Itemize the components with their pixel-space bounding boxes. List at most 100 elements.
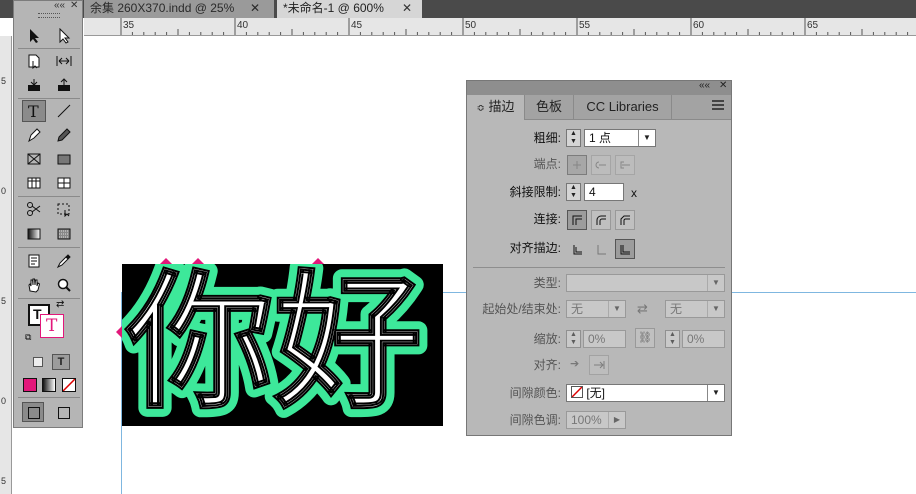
- stroked-text: 你好 你好: [122, 264, 431, 426]
- panel-grip[interactable]: [38, 13, 60, 18]
- vertical-ruler[interactable]: 5 0 5 0 5: [0, 36, 12, 494]
- content-collector-tool[interactable]: [22, 74, 46, 96]
- apply-none-icon[interactable]: [62, 378, 76, 392]
- swap-ends-icon[interactable]: ⇄: [637, 301, 648, 317]
- align-center-button[interactable]: [567, 239, 587, 259]
- chevron-down-icon[interactable]: ▼: [707, 385, 724, 401]
- zoom-tool[interactable]: [52, 274, 76, 296]
- miter-field[interactable]: 4: [584, 183, 624, 201]
- rectangle-tool-icon: [57, 154, 71, 165]
- container-mode-icon[interactable]: [33, 357, 43, 367]
- eyedropper-tool[interactable]: [52, 250, 76, 272]
- miter-join-button[interactable]: [567, 210, 587, 230]
- collapse-icon[interactable]: ««: [699, 80, 710, 91]
- align-stroke-label: 对齐描边:: [509, 241, 561, 255]
- gradient-feather-tool[interactable]: [52, 223, 76, 245]
- end-select[interactable]: 无 ▼: [665, 300, 725, 318]
- square-cap-icon: [620, 161, 630, 169]
- chevron-down-icon[interactable]: ▼: [638, 130, 655, 146]
- align-inside-icon: [597, 245, 606, 255]
- anchor-marker: [160, 258, 172, 264]
- document-tab-1[interactable]: 余集 260X370.indd @ 25% ✕: [84, 0, 274, 18]
- square-cap-button[interactable]: [615, 155, 635, 175]
- rect-frame-icon: [27, 153, 41, 165]
- tab-cc-libraries[interactable]: CC Libraries: [574, 95, 672, 119]
- default-colors-icon[interactable]: ⧉: [25, 332, 31, 343]
- direct-selection-tool[interactable]: [52, 25, 76, 47]
- start-select[interactable]: 无 ▼: [566, 300, 626, 318]
- tab-cc-libraries-label: CC Libraries: [586, 99, 659, 114]
- gap-tint-field[interactable]: 100% ▶: [566, 411, 626, 429]
- tool-separator: [18, 48, 80, 49]
- scissors-tool[interactable]: [22, 198, 46, 220]
- scale-start-stepper[interactable]: ▲ ▼: [566, 330, 581, 348]
- table-tool[interactable]: [22, 172, 46, 194]
- tab-swatches[interactable]: 色板: [525, 95, 574, 119]
- weight-stepper[interactable]: ▲ ▼: [566, 129, 581, 147]
- miter-join-icon: [572, 215, 582, 225]
- text-frame[interactable]: 你好 你好: [122, 264, 443, 426]
- free-transform-tool[interactable]: [52, 198, 76, 220]
- normal-view-button[interactable]: [22, 402, 44, 422]
- weight-field[interactable]: 1 点 ▼: [584, 129, 656, 147]
- bevel-join-button[interactable]: [615, 210, 635, 230]
- arrow-tip-icon[interactable]: ➔: [570, 357, 579, 370]
- round-cap-button[interactable]: [591, 155, 611, 175]
- align-outside-icon: [620, 245, 630, 255]
- link-icon[interactable]: ⛓: [635, 328, 655, 348]
- chevron-right-icon[interactable]: ▶: [608, 412, 625, 428]
- panel-divider: [473, 267, 725, 268]
- grid-tool[interactable]: [52, 172, 76, 194]
- scale-end-stepper[interactable]: ▲ ▼: [665, 330, 680, 348]
- pencil-tool[interactable]: [52, 124, 76, 146]
- close-icon[interactable]: ✕: [250, 0, 260, 17]
- scale-start-field[interactable]: 0%: [583, 330, 626, 348]
- ruler-mark: 55: [579, 20, 591, 31]
- align-outside-button[interactable]: [615, 239, 635, 259]
- panel-menu-icon[interactable]: [712, 100, 724, 110]
- chevron-down-icon[interactable]: ▼: [707, 301, 724, 317]
- chevron-down-icon[interactable]: ▼: [608, 301, 625, 317]
- type-select[interactable]: ▼: [566, 274, 725, 292]
- panel-header[interactable]: «« ✕: [467, 80, 731, 95]
- round-join-button[interactable]: [591, 210, 611, 230]
- collapse-icon[interactable]: ««: [54, 0, 65, 11]
- miter-stepper[interactable]: ▲ ▼: [566, 183, 581, 201]
- butt-cap-button[interactable]: [567, 155, 587, 175]
- close-icon[interactable]: ✕: [402, 0, 412, 17]
- selection-arrow-icon: [30, 29, 39, 43]
- selection-tool[interactable]: [22, 25, 46, 47]
- join-label: 连接:: [533, 212, 561, 226]
- swap-icon[interactable]: ⇄: [56, 299, 64, 310]
- horizontal-ruler[interactable]: 35 40 45 50 55 60 65: [84, 18, 916, 36]
- rectangle-frame-tool[interactable]: [22, 148, 46, 170]
- miter-label: 斜接限制:: [509, 185, 561, 199]
- apply-color-icon[interactable]: [23, 378, 37, 392]
- content-placer-tool[interactable]: [52, 74, 76, 96]
- pen-tool[interactable]: [22, 124, 46, 146]
- apply-gradient-icon[interactable]: [42, 378, 56, 392]
- rectangle-tool[interactable]: [52, 148, 76, 170]
- hand-tool[interactable]: [22, 274, 46, 296]
- stroke-swatch[interactable]: T: [40, 314, 64, 338]
- text-mode-icon[interactable]: T: [52, 354, 70, 370]
- close-icon[interactable]: ✕: [719, 80, 727, 91]
- note-tool[interactable]: [22, 250, 46, 272]
- document-tab-2[interactable]: *未命名-1 @ 600% ✕: [277, 0, 422, 18]
- type-tool[interactable]: T: [22, 100, 46, 122]
- pencil-tool-icon: [57, 128, 71, 142]
- close-icon[interactable]: ✕: [70, 0, 78, 11]
- page-tool[interactable]: [22, 50, 46, 72]
- round-join-icon: [596, 215, 606, 225]
- chevron-down-icon[interactable]: ▼: [707, 275, 724, 291]
- gap-color-select[interactable]: [无] ▼: [566, 384, 725, 402]
- anchor-marker: [192, 258, 204, 264]
- preview-mode-icon[interactable]: [58, 407, 70, 419]
- scale-end-field[interactable]: 0%: [682, 330, 725, 348]
- arrow-align-button[interactable]: [589, 355, 609, 375]
- align-inside-button[interactable]: [591, 239, 611, 259]
- tab-stroke[interactable]: ≎ 描边: [467, 95, 525, 120]
- gap-tool[interactable]: [52, 50, 76, 72]
- gradient-swatch-tool[interactable]: [22, 223, 46, 245]
- line-tool[interactable]: [52, 100, 76, 122]
